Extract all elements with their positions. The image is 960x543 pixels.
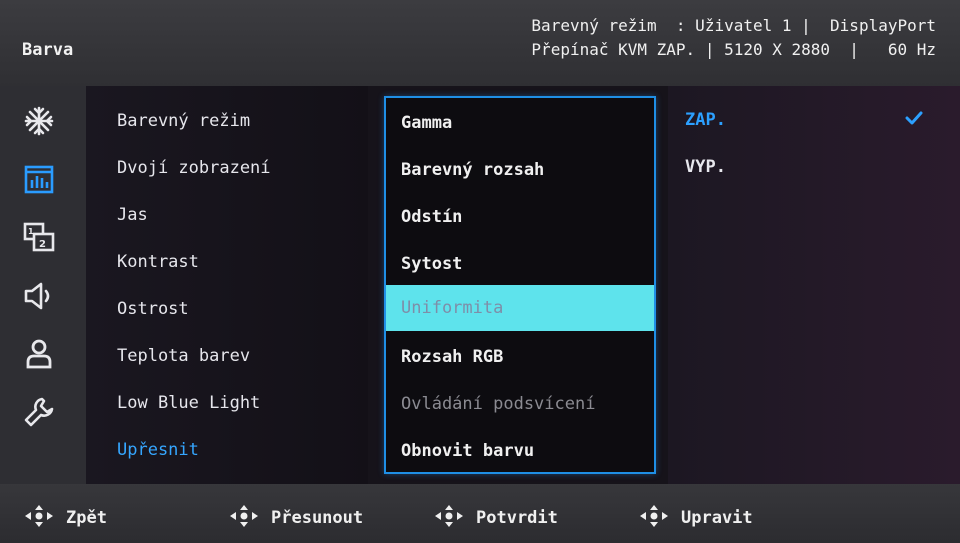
picture-in-picture-icon[interactable]: 2 1 [22, 220, 56, 254]
menu-item-jas[interactable]: Jas [117, 205, 148, 225]
menu-item-low-blue-light[interactable]: Low Blue Light [117, 393, 260, 413]
move-label: Přesunout [271, 508, 364, 528]
footer-bar: Zpět Přesunout Potvrdit Upravit [0, 484, 960, 543]
submenu-item-rozsah-rgb[interactable]: Rozsah RGB [386, 334, 654, 380]
page-title: Barva [22, 40, 74, 60]
submenu-item-odstin[interactable]: Odstín [386, 194, 654, 240]
back-label: Zpět [66, 508, 107, 528]
checkmark-icon [905, 111, 923, 125]
option-vyp[interactable]: VYP. [685, 157, 726, 177]
svg-text:1: 1 [28, 227, 34, 236]
submenu-item-gamma[interactable]: Gamma [386, 100, 654, 146]
person-icon[interactable] [22, 337, 56, 371]
status-line-kvm-resolution: Přepínač KVM ZAP. | 5120 X 2880 | 60 Hz [531, 40, 936, 59]
submenu-dropdown: Gamma Barevný rozsah Odstín Sytost Unifo… [384, 96, 656, 474]
options-panel: ZAP. VYP. [668, 86, 960, 484]
main-menu: Barevný režim Dvojí zobrazení Jas Kontra… [86, 86, 368, 484]
edit-label: Upravit [681, 508, 753, 528]
joystick-icon [640, 505, 668, 527]
joystick-icon [25, 505, 53, 527]
snowflake-icon[interactable] [22, 104, 56, 138]
menu-item-teplota-barev[interactable]: Teplota barev [117, 346, 250, 366]
option-zap[interactable]: ZAP. [685, 110, 726, 130]
menu-item-ostrost[interactable]: Ostrost [117, 299, 189, 319]
status-info: Barevný režim : Uživatel 1 | DisplayPort… [531, 14, 936, 62]
svg-text:2: 2 [39, 239, 46, 250]
menu-item-kontrast[interactable]: Kontrast [117, 252, 199, 272]
menu-item-dvoji-zobrazeni[interactable]: Dvojí zobrazení [117, 158, 271, 178]
menu-item-upresnit[interactable]: Upřesnit [117, 440, 199, 460]
submenu-item-barevny-rozsah[interactable]: Barevný rozsah [386, 147, 654, 193]
speaker-icon[interactable] [22, 279, 56, 313]
sidebar: 2 1 [0, 86, 86, 484]
header-bar: Barva Barevný režim : Uživatel 1 | Displ… [0, 0, 960, 86]
color-bars-icon[interactable] [22, 162, 56, 196]
submenu-item-ovladani-podsviceni: Ovládání podsvícení [401, 394, 596, 414]
joystick-icon [230, 505, 258, 527]
menu-item-barevny-rezim[interactable]: Barevný režim [117, 111, 250, 131]
submenu-item-uniformita[interactable]: Uniformita [386, 285, 654, 331]
confirm-label: Potvrdit [476, 508, 558, 528]
joystick-icon [435, 505, 463, 527]
status-line-mode-input: Barevný režim : Uživatel 1 | DisplayPort [531, 16, 936, 35]
submenu-item-sytost[interactable]: Sytost [386, 241, 654, 287]
wrench-icon[interactable] [22, 395, 56, 429]
submenu-item-obnovit-barvu[interactable]: Obnovit barvu [386, 428, 654, 474]
